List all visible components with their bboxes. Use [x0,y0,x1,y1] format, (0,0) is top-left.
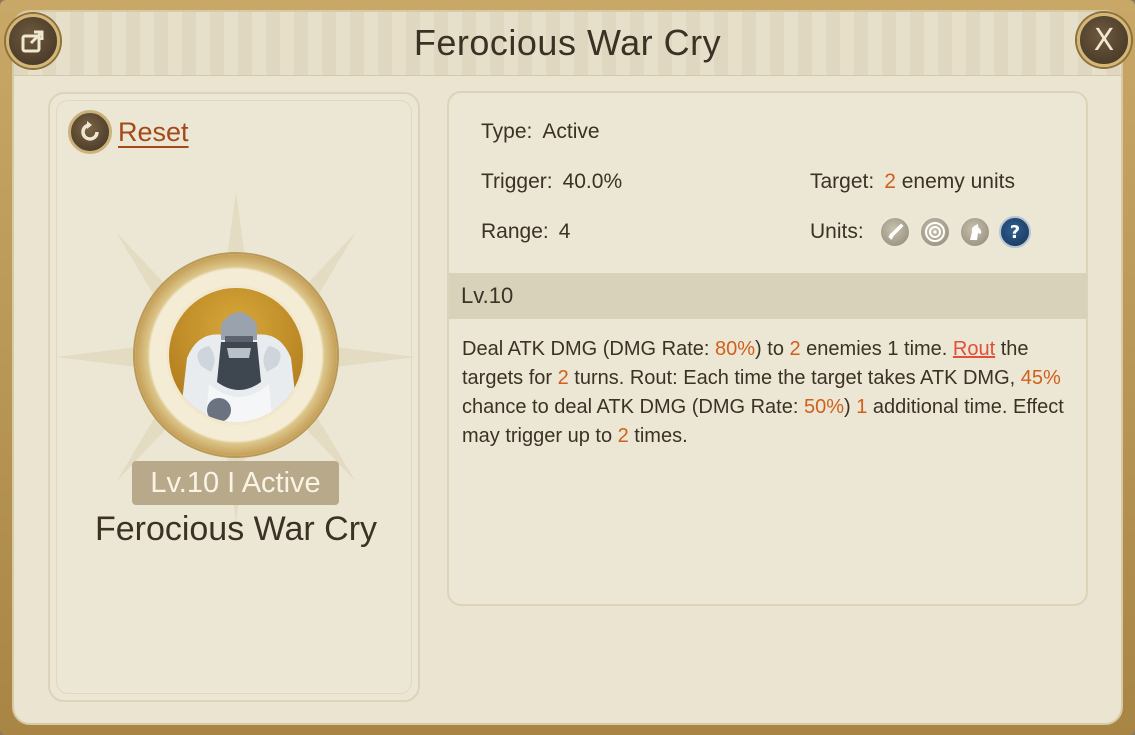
skill-portrait-frame [135,254,337,456]
close-button[interactable]: X [1077,13,1131,67]
level-header-bar: Lv.10 [449,273,1087,319]
question-glyph: ? [1009,221,1021,243]
stat-target-label: Target: [810,170,875,193]
desc-value: 45% [1020,367,1061,389]
stat-trigger: Trigger: 40.0% [481,170,622,194]
desc-value: 50% [803,396,845,418]
reset-label: Reset [118,116,189,147]
desc-text: chance to deal ATK DMG (DMG Rate: [462,396,804,418]
desc-text: ) to [755,338,790,360]
skill-description: Deal ATK DMG (DMG Rate: 80%) to 2 enemie… [462,335,1074,451]
desc-value: 1 [856,396,868,418]
desc-text: enemies 1 time. [800,338,953,360]
reset-button[interactable]: Reset [68,110,189,154]
level-type-badge: Lv.10 I Active [132,461,339,505]
stat-type-value: Active [542,120,600,143]
stat-trigger-value: 40.0% [562,170,623,193]
stat-units-label: Units: [810,220,864,243]
rout-keyword-link[interactable]: Rout [953,338,995,360]
desc-text: ) [844,396,857,418]
share-icon [21,30,44,53]
title-bar: Ferocious War Cry [14,12,1121,76]
sword-icon[interactable] [879,216,911,248]
stat-units: Units: [810,220,864,244]
target-icon[interactable] [919,216,951,248]
unit-type-icons: ? [879,216,1031,248]
stat-type-label: Type: [481,120,533,143]
desc-value: 80% [715,338,756,360]
skill-portrait-warrior [166,285,306,425]
question-icon[interactable]: ? [999,216,1031,248]
stat-range: Range: 4 [481,220,570,244]
stat-trigger-label: Trigger: [481,170,553,193]
desc-text: turns. Rout: Each time the target takes … [568,367,1021,389]
close-icon: X [1093,22,1115,58]
skill-name: Ferocious War Cry [94,510,378,548]
horse-icon[interactable] [959,216,991,248]
desc-value: 2 [789,338,801,360]
desc-value: 2 [617,425,629,447]
share-button[interactable] [6,14,60,68]
desc-text: Deal ATK DMG (DMG Rate: [462,338,716,360]
stat-range-label: Range: [481,220,549,243]
stat-type: Type: Active [481,120,600,144]
stat-range-value: 4 [558,220,571,243]
dialog-title: Ferocious War Cry [413,22,722,63]
stat-target-suffix: enemy units [901,170,1015,193]
reset-icon [68,110,112,154]
desc-value: 2 [557,367,569,389]
desc-text: times. [628,425,688,447]
stat-target: Target: 2 enemy units [810,170,1015,194]
level-header: Lv.10 [461,283,514,308]
stat-target-count: 2 [884,170,896,193]
